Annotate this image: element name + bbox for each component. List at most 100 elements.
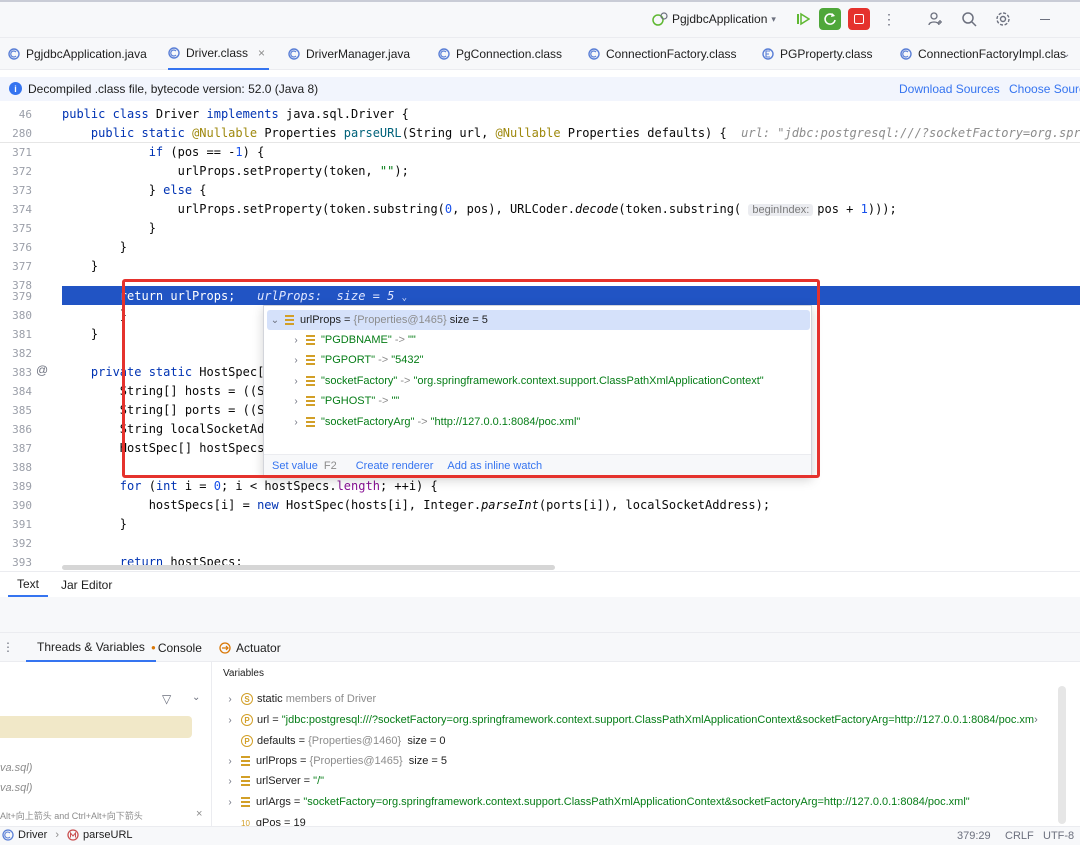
tab-console[interactable]: ● Console [151, 633, 202, 662]
local-variable-icon [241, 756, 250, 766]
tab-pgjdbcapplication[interactable]: PgjdbcApplication.java [8, 38, 147, 70]
variable-row[interactable]: › urlArgs = "socketFactory=org.springfra… [223, 792, 970, 812]
cursor-position[interactable]: 379:29 [957, 830, 991, 842]
code-line: if (pos == -1) { [148, 145, 265, 159]
variable-name: urlProps [256, 755, 297, 767]
chevron-right-icon[interactable]: › [223, 756, 237, 767]
tab-label: Jar Editor [61, 577, 113, 592]
close-tab-icon[interactable]: × [258, 46, 265, 60]
code-line: } [62, 259, 99, 273]
breadcrumb-separator-icon: › [55, 829, 60, 841]
line-number: 375 [12, 222, 32, 235]
tab-label: PgjdbcApplication.java [26, 47, 147, 61]
equals-sign: = [269, 714, 282, 726]
line-number: 384 [12, 385, 32, 398]
line-number: 374 [12, 203, 32, 216]
variables-scrollbar[interactable] [1058, 686, 1066, 824]
equals-sign: = [295, 735, 309, 747]
parameter-icon: P [241, 735, 253, 747]
chevron-down-icon[interactable]: ⌄ [192, 692, 200, 703]
info-icon: i [9, 82, 22, 95]
code-line: } [62, 308, 128, 322]
line-number: 371 [12, 146, 32, 159]
more-options-icon[interactable]: ⋮ [2, 640, 14, 654]
tab-driver-class[interactable]: Driver.class × [168, 38, 270, 70]
variable-value: 19 [293, 817, 306, 826]
variable-value: "socketFactory=org.springframework.conte… [303, 796, 970, 808]
class-file-icon [900, 48, 912, 60]
line-number: 386 [12, 423, 32, 436]
line-number: 383 [12, 366, 32, 379]
info-message: Decompiled .class file, bytecode version… [28, 82, 319, 96]
chevron-right-icon[interactable]: › [223, 694, 237, 705]
variable-row[interactable]: P defaults = {Properties@1460} size = 0 [237, 731, 446, 751]
resume-program-icon[interactable] [792, 8, 814, 30]
run-configuration-selector[interactable]: PgjdbcApplication ▾ [652, 9, 776, 29]
search-icon[interactable] [958, 8, 980, 30]
line-separator[interactable]: CRLF [1005, 830, 1034, 842]
frame-row[interactable]: va.sql) [0, 762, 32, 774]
tab-text[interactable]: Text [8, 572, 49, 597]
variable-row[interactable]: › urlServer = "/" [223, 771, 324, 791]
chevron-down-icon: ▾ [771, 13, 776, 24]
tab-pgproperty[interactable]: PGProperty.class [762, 38, 872, 70]
override-marker-icon[interactable]: @ [36, 363, 48, 377]
frame-row[interactable]: va.sql) [0, 782, 32, 794]
sticky-line-method[interactable]: 280 public static @Nullable Properties p… [0, 124, 1080, 143]
java-class-icon [288, 48, 300, 60]
breadcrumb-item-method[interactable]: parseURL [83, 829, 133, 841]
add-user-icon[interactable] [924, 8, 946, 30]
tab-threads-variables[interactable]: Threads & Variables [26, 633, 156, 662]
tab-connectionfactory[interactable]: ConnectionFactory.class [588, 38, 737, 70]
app-config-icon [652, 12, 668, 26]
panel-gap [0, 597, 1080, 632]
chevron-right-icon[interactable]: › [223, 776, 237, 787]
variable-size: size = 0 [407, 735, 446, 747]
tab-label: PgConnection.class [456, 47, 563, 61]
tab-overflow-chevron-icon[interactable]: ⌄ [1062, 38, 1070, 70]
filter-icon[interactable]: ▽ [162, 692, 171, 706]
rerun-debug-icon[interactable] [819, 8, 841, 30]
equals-sign: = [300, 775, 314, 787]
line-number: 388 [12, 461, 32, 474]
breadcrumb-item-class[interactable]: Driver [18, 829, 47, 841]
variable-row[interactable]: › urlProps = {Properties@1465} size = 5 [223, 751, 447, 771]
editor-horizontal-scrollbar[interactable] [62, 565, 555, 570]
sticky-line-class[interactable]: 46 public class Driver implements java.s… [0, 105, 1080, 124]
tab-drivermanager[interactable]: DriverManager.java [288, 38, 410, 70]
line-number: 381 [12, 328, 32, 341]
status-bar: Driver › parseURL 379:29 CRLF UTF-8 [0, 826, 1080, 845]
stop-icon[interactable] [848, 8, 870, 30]
download-sources-link[interactable]: Download Sources [899, 82, 1000, 96]
variable-name: url [257, 714, 270, 726]
choose-sources-link[interactable]: Choose Source [1009, 82, 1080, 96]
equals-sign: = [280, 817, 294, 826]
close-hint-icon[interactable]: × [196, 808, 202, 820]
tab-actuator[interactable]: Actuator [219, 633, 281, 662]
selected-frame-row[interactable] [0, 716, 192, 738]
line-number: 379 [12, 290, 32, 303]
line-number: 373 [12, 184, 32, 197]
actuator-icon [219, 641, 231, 654]
settings-gear-icon[interactable] [992, 8, 1014, 30]
tab-pgconnection[interactable]: PgConnection.class [438, 38, 562, 70]
tab-connectionfactoryimpl[interactable]: ConnectionFactoryImpl.clas [900, 38, 1066, 70]
frames-hint: Alt+向上箭头 and Ctrl+Alt+向下箭头 [0, 811, 143, 821]
tab-label: DriverManager.java [306, 47, 411, 61]
line-number: 280 [12, 127, 32, 140]
minimize-icon[interactable] [1034, 8, 1056, 30]
file-encoding[interactable]: UTF-8 [1043, 830, 1074, 842]
run-config-label: PgjdbcApplication [672, 12, 768, 26]
variable-row[interactable]: › S static members of Driver [223, 689, 376, 709]
tab-label: ConnectionFactoryImpl.clas [918, 47, 1067, 61]
variable-name: defaults [257, 735, 296, 747]
variable-row[interactable]: › P url = "jdbc:postgresql:///?socketFac… [223, 710, 1038, 730]
more-actions-icon[interactable]: ⋮ [878, 8, 900, 30]
code-line: hostSpecs[i] = new HostSpec(hosts[i], In… [62, 498, 771, 512]
variable-row[interactable]: 10 qPos = 19 [237, 813, 306, 826]
chevron-right-icon[interactable]: › [223, 715, 237, 726]
chevron-right-icon[interactable]: › [223, 797, 237, 808]
tab-jar-editor[interactable]: Jar Editor [61, 572, 112, 597]
editor-file-tabs: PgjdbcApplication.java Driver.class × Dr… [0, 38, 1080, 70]
code-line: urlProps.setProperty(token.substring(0, … [62, 202, 897, 216]
